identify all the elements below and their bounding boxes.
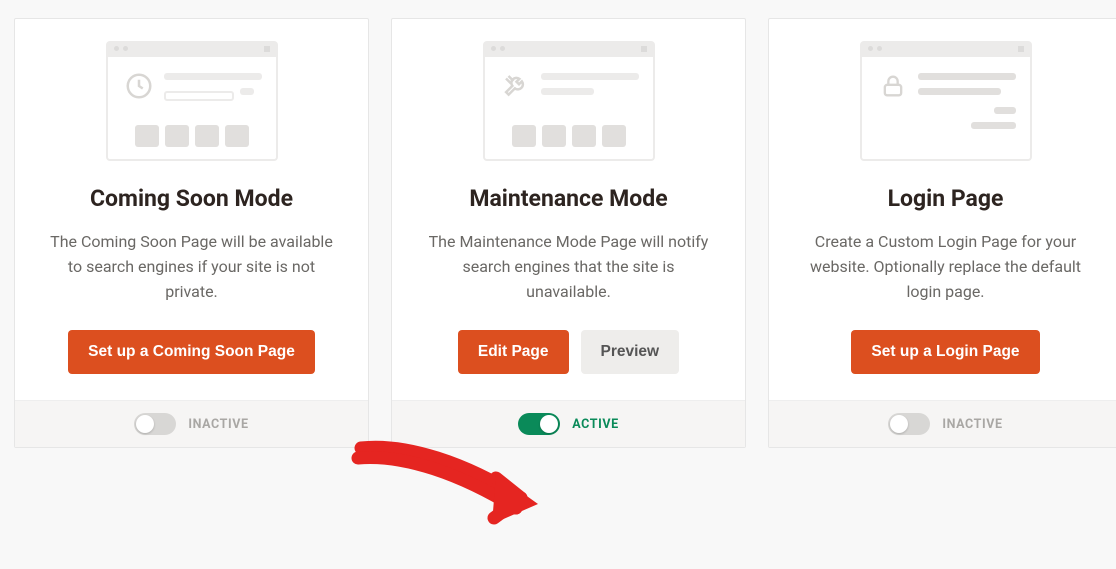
card-maintenance: Maintenance Mode The Maintenance Mode Pa… [391,18,746,448]
toggle-login[interactable] [888,413,930,435]
setup-coming-soon-button[interactable]: Set up a Coming Soon Page [68,330,315,374]
toggle-maintenance[interactable] [518,413,560,435]
card-body: Maintenance Mode The Maintenance Mode Pa… [392,19,745,400]
card-illustration [469,41,669,161]
card-body: Coming Soon Mode The Coming Soon Page wi… [15,19,368,400]
card-illustration [92,41,292,161]
status-label: INACTIVE [188,417,248,432]
card-coming-soon: Coming Soon Mode The Coming Soon Page wi… [14,18,369,448]
status-label: ACTIVE [572,417,619,432]
tools-icon [499,69,533,103]
cards-row: Coming Soon Mode The Coming Soon Page wi… [14,18,1116,448]
lock-icon [876,69,910,103]
edit-page-button[interactable]: Edit Page [458,330,569,374]
card-footer: INACTIVE [15,400,368,447]
cards-scroll-container[interactable]: Coming Soon Mode The Coming Soon Page wi… [0,0,1116,550]
setup-login-button[interactable]: Set up a Login Page [851,330,1039,374]
clock-icon [122,69,156,103]
card-title: Coming Soon Mode [90,185,293,212]
card-title: Login Page [888,185,1004,212]
card-footer: INACTIVE [769,400,1116,447]
card-description: The Maintenance Mode Page will notify se… [419,230,719,304]
card-body: Login Page Create a Custom Login Page fo… [769,19,1116,400]
card-description: The Coming Soon Page will be available t… [42,230,342,304]
card-illustration [846,41,1046,161]
toggle-coming-soon[interactable] [134,413,176,435]
preview-button[interactable]: Preview [581,330,680,374]
card-login: Login Page Create a Custom Login Page fo… [768,18,1116,448]
card-description: Create a Custom Login Page for your webs… [796,230,1096,304]
card-footer: ACTIVE [392,400,745,447]
status-label: INACTIVE [942,417,1002,432]
card-title: Maintenance Mode [469,185,667,212]
